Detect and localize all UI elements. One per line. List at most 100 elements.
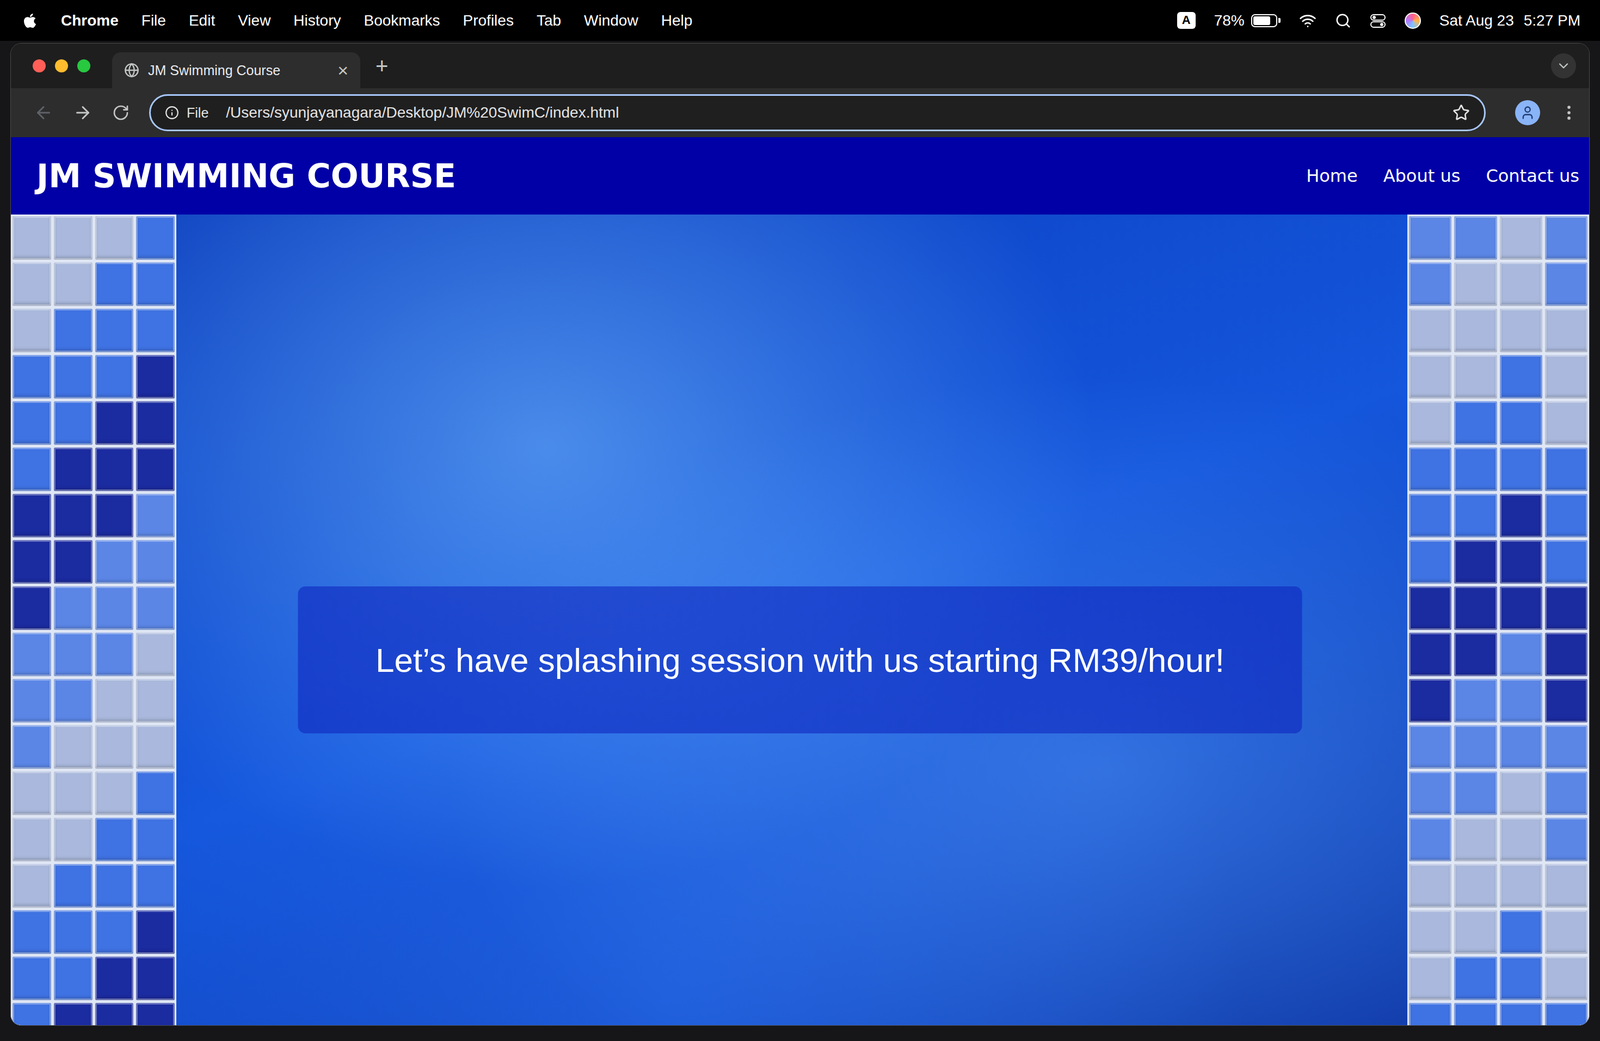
pool-tile (1408, 354, 1452, 399)
tile-border-left (10, 214, 177, 1026)
pool-tile (1499, 863, 1543, 908)
pool-tile (1454, 1002, 1497, 1026)
pool-tile (1408, 216, 1452, 260)
pool-tile (1454, 308, 1497, 353)
pool-tile (95, 539, 134, 584)
toolbar: File/Users/syunjayanagara/Desktop/JM%20S… (10, 88, 1590, 138)
pool-tile (1545, 216, 1588, 260)
forward-arrow-icon[interactable] (72, 102, 93, 123)
pool-tile (1545, 632, 1588, 676)
pool-tile (1545, 863, 1588, 908)
tab-strip: JM Swimming Course× + (10, 43, 1590, 89)
menu-item[interactable]: History (293, 11, 341, 30)
menu-item[interactable]: Bookmarks (363, 11, 440, 30)
nav-link[interactable]: Contact us (1485, 165, 1580, 187)
zoom-button[interactable] (77, 59, 91, 73)
info-icon[interactable] (164, 105, 180, 120)
back-arrow-icon[interactable] (33, 102, 54, 123)
app-menu[interactable]: Chrome (60, 11, 119, 30)
pool-tile (1499, 724, 1543, 769)
pool-tile (1454, 817, 1497, 861)
search-icon[interactable] (1334, 12, 1352, 29)
star-icon[interactable] (1452, 103, 1470, 122)
pool-tile (1454, 262, 1497, 306)
pool-tile (95, 956, 134, 1000)
pool-tile (53, 771, 93, 815)
pool-tile (95, 262, 134, 306)
apple-icon[interactable] (21, 12, 39, 29)
profile-avatar[interactable] (1515, 100, 1541, 126)
pool-tile (1454, 678, 1497, 723)
desktop: Chrome File Edit View History Bookmarks Profil… (0, 0, 1600, 1041)
input-source[interactable]: A (1177, 11, 1196, 29)
menu-item[interactable]: Profiles (463, 11, 514, 30)
tile-border-right (1407, 214, 1590, 1026)
tab-search-button[interactable] (1551, 53, 1577, 79)
new-tab-button[interactable]: + (375, 54, 389, 77)
pool-tile (136, 586, 175, 630)
site-brand[interactable]: JM SWIMMING COURSE (36, 156, 457, 195)
menu-item[interactable]: Help (661, 11, 693, 30)
menu-dots-icon[interactable] (1559, 103, 1579, 122)
pool-tile (136, 956, 175, 1000)
menu-item[interactable]: Window (583, 11, 639, 30)
window-controls (32, 59, 91, 73)
pool-tile (53, 1002, 93, 1026)
pool-tile (136, 401, 175, 445)
pool-tile (1408, 724, 1452, 769)
pool-tile (1499, 401, 1543, 445)
battery-reading: 78% (1214, 11, 1245, 30)
browser-window: JM Swimming Course× + File/Users/syunjayan… (10, 42, 1590, 1026)
nav-link[interactable]: Home (1306, 165, 1358, 187)
pool-tile (53, 447, 93, 491)
globe-icon (124, 62, 140, 78)
nav-link[interactable]: About us (1383, 165, 1461, 187)
pool-tile (53, 956, 93, 1000)
pool-tile (12, 678, 52, 723)
menu-time[interactable]: 5:27 PM (1523, 11, 1581, 30)
pool-tile (53, 401, 93, 445)
pool-tile (1454, 447, 1497, 491)
tab-close-button[interactable]: × (337, 60, 349, 80)
chevron-down-icon (1555, 58, 1572, 74)
pool-tile (1499, 909, 1543, 954)
menu-date[interactable]: Sat Aug 23 (1439, 11, 1515, 30)
pool-tile (53, 817, 93, 861)
reload-icon[interactable] (112, 103, 130, 122)
pool-tile (1545, 447, 1588, 491)
menu-item[interactable]: View (237, 11, 271, 30)
pool-tile (12, 956, 52, 1000)
pool-tile (1545, 909, 1588, 954)
menu-item[interactable]: File (141, 11, 166, 30)
url-text[interactable]: /Users/syunjayanagara/Desktop/JM%20SwimC… (225, 103, 619, 122)
pool-tile (136, 724, 175, 769)
pool-tile (1499, 771, 1543, 815)
close-button[interactable] (32, 59, 46, 73)
pool-tile (136, 216, 175, 260)
pool-tile (1545, 262, 1588, 306)
pool-tile (1545, 493, 1588, 538)
pool-tile (12, 354, 52, 399)
pool-tile (1454, 724, 1497, 769)
pool-tile (1499, 493, 1543, 538)
pool-tile (1408, 447, 1452, 491)
battery-icon[interactable] (1251, 14, 1281, 28)
wifi-icon[interactable] (1299, 11, 1317, 30)
control-center-icon[interactable] (1369, 12, 1387, 29)
minimize-button[interactable] (54, 59, 69, 73)
pool-tile (95, 447, 134, 491)
address-bar[interactable]: File/Users/syunjayanagara/Desktop/JM%20S… (149, 94, 1486, 132)
pool-tile (1499, 586, 1543, 630)
pool-tile (53, 308, 93, 353)
hero: Let’s have splashing session with us sta… (10, 214, 1590, 1026)
menu-item[interactable]: Tab (536, 11, 562, 30)
pool-tile (95, 493, 134, 538)
pool-tile (1408, 401, 1452, 445)
pool-tile (12, 586, 52, 630)
siri-icon[interactable] (1404, 12, 1421, 29)
browser-tab[interactable]: JM Swimming Course× (112, 52, 361, 89)
url-scheme: File (186, 105, 209, 121)
menu-item[interactable]: Edit (188, 11, 215, 30)
pool-tile (136, 632, 175, 676)
pool-tile (1454, 956, 1497, 1000)
